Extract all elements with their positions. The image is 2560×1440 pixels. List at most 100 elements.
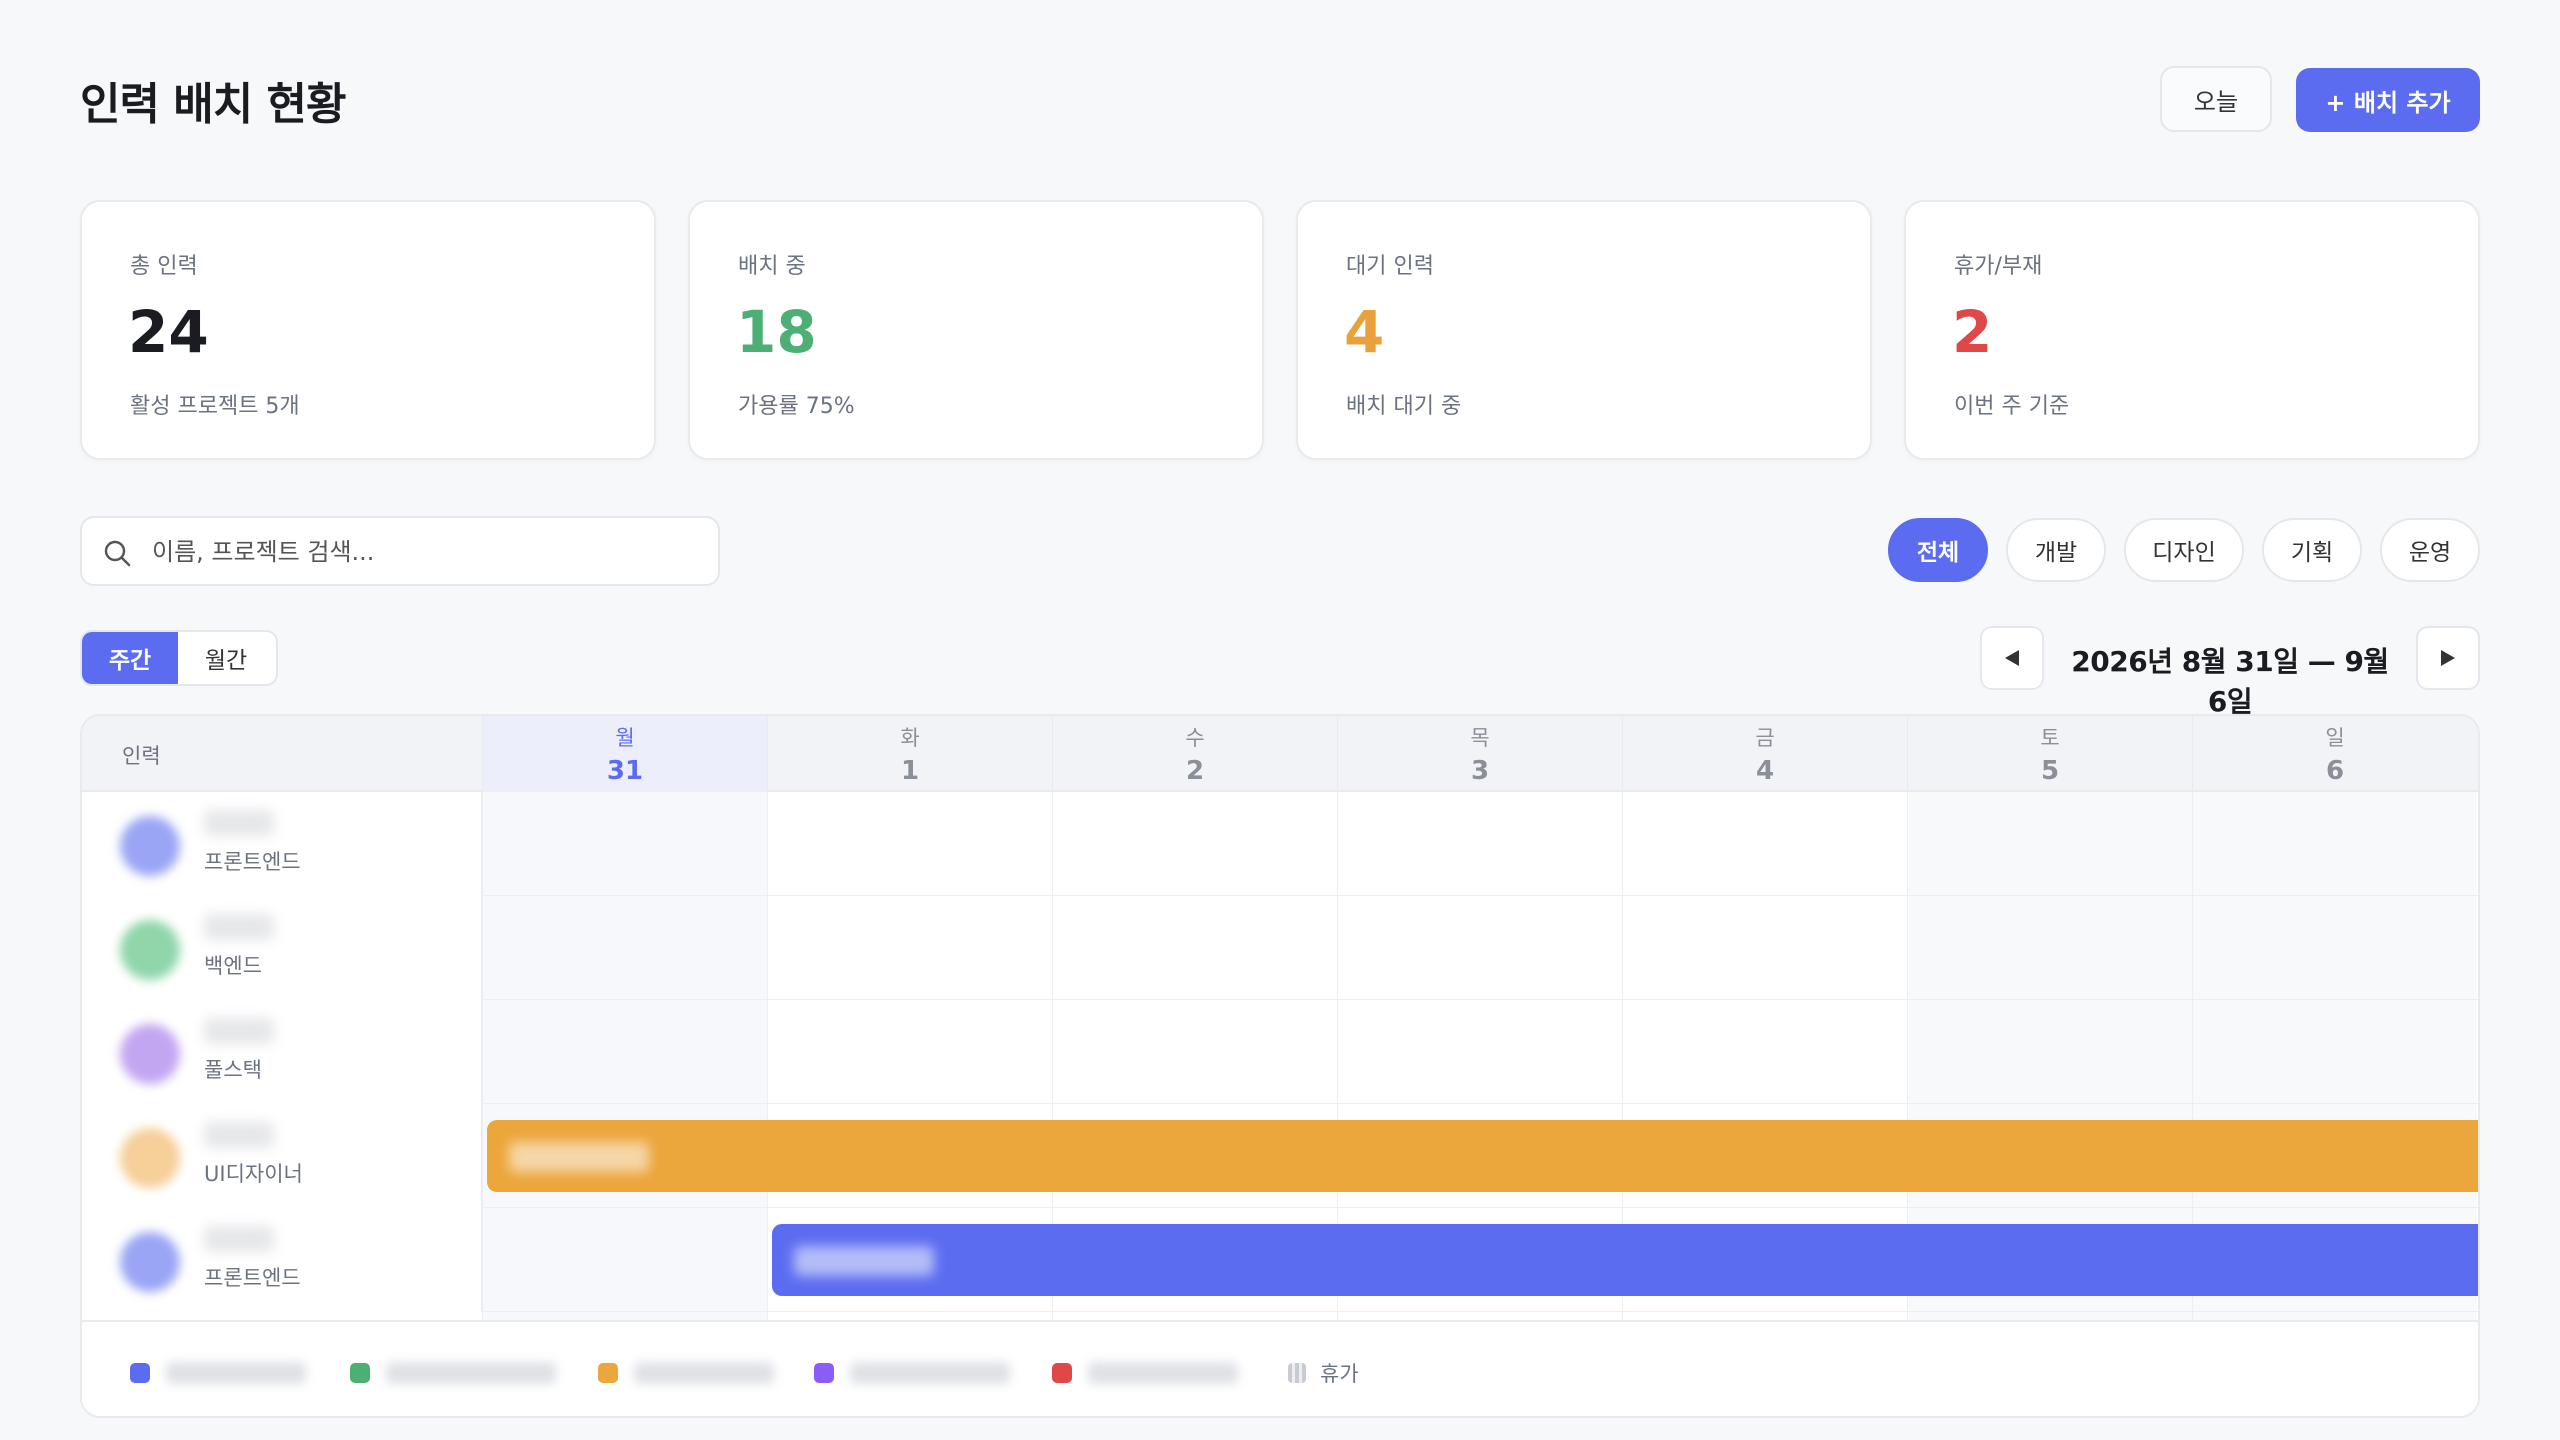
day-header: 목3	[1337, 716, 1622, 792]
legend-item	[1052, 1362, 1238, 1384]
person-cell[interactable]: 프론트엔드	[82, 792, 482, 896]
assignment-label-redacted	[509, 1142, 649, 1172]
day-number: 4	[1755, 756, 1775, 786]
day-name: 목	[1470, 726, 1490, 750]
stat-value: 4	[1344, 298, 1385, 366]
date-range: 2026년 8월 31일 — 9월 6일	[2071, 645, 2389, 718]
stat-card-total: 총 인력 24 활성 프로젝트 5개	[80, 200, 656, 460]
day-name: 토	[2040, 726, 2060, 750]
chevron-right-icon	[2441, 650, 2455, 666]
search-input[interactable]	[152, 528, 692, 576]
avatar	[120, 920, 180, 980]
person-role: 프론트엔드	[204, 850, 301, 874]
legend-swatch	[350, 1363, 370, 1383]
schedule-header: 인력 월 31 화 1 수 2 목 3 금 4 토 5 일 6	[82, 716, 2478, 792]
page-title: 인력 배치 현황	[80, 79, 347, 130]
legend-swatch	[814, 1363, 834, 1383]
legend-item	[598, 1362, 774, 1384]
search-icon	[104, 540, 131, 567]
legend-swatch	[598, 1363, 618, 1383]
today-button[interactable]: 오늘	[2160, 66, 2272, 132]
stat-sub: 배치 대기 중	[1346, 394, 1462, 419]
legend: 휴가	[82, 1320, 2478, 1416]
legend-vacation-label: 휴가	[1320, 1362, 1359, 1386]
stat-value: 18	[736, 298, 817, 366]
person-name-redacted	[204, 1122, 274, 1148]
stat-value: 24	[128, 298, 209, 366]
avatar	[120, 1128, 180, 1188]
assignment-bar[interactable]	[487, 1120, 2478, 1192]
legend-swatch	[1052, 1363, 1072, 1383]
day-number: 2	[1185, 756, 1205, 786]
stat-sub: 가용률 75%	[738, 394, 855, 419]
person-row: 풀스택	[82, 1000, 2478, 1104]
person-cell[interactable]: 프론트엔드	[82, 1208, 482, 1312]
avatar	[120, 1232, 180, 1292]
day-name: 월	[615, 726, 635, 750]
person-role: 프론트엔드	[204, 1266, 301, 1290]
day-number: 6	[2325, 756, 2345, 786]
view-monthly-button[interactable]: 월간	[178, 632, 274, 684]
person-cell[interactable]: UI디자이너	[82, 1104, 482, 1208]
day-number: 5	[2040, 756, 2060, 786]
person-role: UI디자이너	[204, 1162, 303, 1186]
stat-card-leave: 휴가/부재 2 이번 주 기준	[1904, 200, 2480, 460]
person-name-redacted	[204, 1226, 274, 1252]
stat-sub: 활성 프로젝트 5개	[130, 394, 300, 419]
legend-label	[166, 1362, 306, 1384]
add-assignment-button[interactable]: + 배치 추가	[2296, 68, 2480, 132]
person-column-header: 인력	[122, 744, 161, 768]
day-number: 1	[900, 756, 920, 786]
stat-label: 대기 인력	[1346, 254, 1434, 279]
chevron-left-icon	[2005, 650, 2019, 666]
avatar	[120, 816, 180, 876]
avatar	[120, 1024, 180, 1084]
legend-item	[130, 1362, 306, 1384]
day-number: 31	[606, 756, 644, 786]
stat-label: 총 인력	[130, 254, 198, 279]
prev-week-button[interactable]	[1980, 626, 2044, 690]
day-header: 일6	[2192, 716, 2477, 792]
day-header: 수2	[1052, 716, 1337, 792]
legend-label	[386, 1362, 556, 1384]
day-name: 화	[900, 726, 920, 750]
person-row: 백엔드	[82, 896, 2478, 1000]
person-name-redacted	[204, 810, 274, 836]
person-name-redacted	[204, 1018, 274, 1044]
day-name: 금	[1755, 726, 1775, 750]
view-weekly-button[interactable]: 주간	[82, 632, 178, 684]
search-box[interactable]	[80, 516, 720, 586]
person-role: 풀스택	[204, 1058, 262, 1082]
legend-label	[850, 1362, 1010, 1384]
view-toggle: 주간 월간	[80, 630, 278, 686]
filter-dev[interactable]: 개발	[2006, 518, 2106, 582]
person-cell[interactable]: 풀스택	[82, 1000, 482, 1104]
filter-ops[interactable]: 운영	[2380, 518, 2480, 582]
stat-value: 2	[1952, 298, 1993, 366]
next-week-button[interactable]	[2416, 626, 2480, 690]
legend-item-vacation: 휴가	[1288, 1362, 1359, 1386]
assignment-label-redacted	[794, 1246, 934, 1276]
person-cell[interactable]: 백엔드	[82, 896, 482, 1000]
legend-label	[1088, 1362, 1238, 1384]
legend-item	[350, 1362, 556, 1384]
assignment-bar[interactable]	[772, 1224, 2478, 1296]
filter-design[interactable]: 디자인	[2124, 518, 2244, 582]
day-header: 금4	[1622, 716, 1907, 792]
person-row: 프론트엔드	[82, 792, 2478, 896]
person-role: 백엔드	[204, 954, 262, 978]
legend-swatch	[130, 1363, 150, 1383]
day-number: 3	[1470, 756, 1490, 786]
stat-sub: 이번 주 기준	[1954, 394, 2070, 419]
legend-label	[634, 1362, 774, 1384]
stat-card-idle: 대기 인력 4 배치 대기 중	[1296, 200, 1872, 460]
day-header: 토5	[1907, 716, 2192, 792]
day-header: 화1	[767, 716, 1052, 792]
day-name: 수	[1185, 726, 1205, 750]
schedule-grid: 인력 월 31 화 1 수 2 목 3 금 4 토 5 일 6 프론트엔드 백엔드 풀스택 UI디자이너 프론트엔…	[80, 714, 2480, 1418]
filter-planning[interactable]: 기획	[2262, 518, 2362, 582]
filter-all[interactable]: 전체	[1888, 518, 1988, 582]
day-header: 월 31	[482, 716, 767, 792]
stat-card-assigned: 배치 중 18 가용률 75%	[688, 200, 1264, 460]
vacation-pattern-icon	[1288, 1363, 1306, 1383]
